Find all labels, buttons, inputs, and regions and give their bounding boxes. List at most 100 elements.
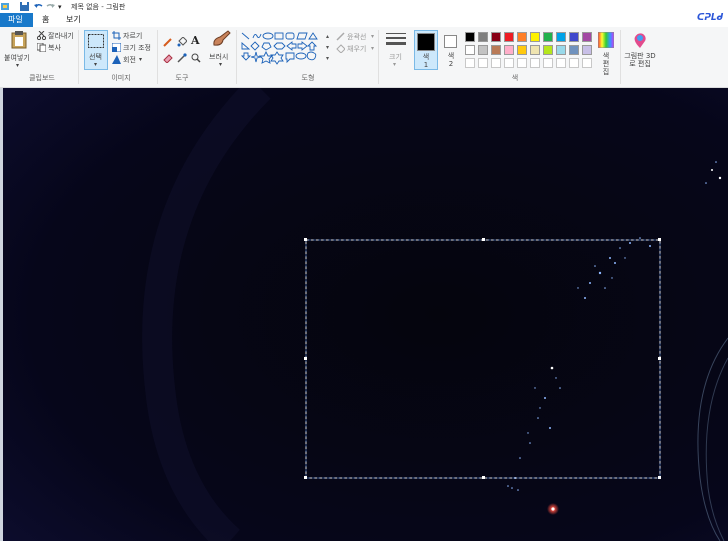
paint3d-label: 그림판 3D로 편집 [624,52,656,68]
shapes-group-label: 도형 [301,74,315,82]
palette-swatch[interactable] [556,32,566,42]
redo-icon[interactable] [46,2,55,11]
shapes-scroll-up-icon[interactable]: ▴ [326,33,329,40]
palette-swatch[interactable] [530,32,540,42]
palette-swatch[interactable] [478,32,488,42]
palette-swatch[interactable] [582,45,592,55]
palette-empty-swatch[interactable] [478,58,488,68]
undo-icon[interactable] [34,2,43,11]
color-palette[interactable] [465,32,595,72]
palette-empty-swatch[interactable] [582,58,592,68]
tab-file[interactable]: 파일 [0,13,33,27]
fill-icon [336,44,345,53]
shapes-more-icon[interactable]: ▾ [326,55,329,62]
copy-label: 복사 [48,44,61,52]
color2-label: 색 2 [447,52,455,68]
copy-icon [37,43,46,52]
size-button[interactable]: 크기 ▾ [384,31,408,68]
paint-app-icon [1,2,10,11]
palette-empty-swatch[interactable] [504,58,514,68]
save-icon[interactable] [20,2,29,11]
outline-icon [336,32,345,41]
resize-label: 크기 조정 [123,44,151,52]
palette-swatch[interactable] [491,32,501,42]
palette-empty-swatch[interactable] [517,58,527,68]
outline-label: 윤곽선 [347,33,367,41]
text-tool-icon[interactable]: A [191,34,200,47]
palette-swatch[interactable] [504,32,514,42]
palette-swatch[interactable] [556,45,566,55]
eraser-icon[interactable] [163,53,173,63]
colors-group-label: 색 [511,74,519,82]
quick-access-customize-icon[interactable]: ▾ [58,3,62,11]
crop-label: 자르기 [123,32,143,40]
palette-swatch[interactable] [478,45,488,55]
palette-swatch[interactable] [517,45,527,55]
brushes-button[interactable]: 브러시 ▾ [206,30,236,70]
palette-swatch[interactable] [465,32,475,42]
edit-colors-label: 색 편집 [602,52,610,76]
crop-icon [112,31,121,40]
palette-empty-swatch[interactable] [491,58,501,68]
palette-empty-swatch[interactable] [569,58,579,68]
tab-view[interactable]: 보기 [58,13,89,27]
color2-button[interactable]: 색 2 [441,30,461,70]
fill-label: 채우기 [347,45,367,53]
edit-with-paint3d-button[interactable]: 그림판 3D로 편집 [624,31,656,71]
palette-swatch[interactable] [543,45,553,55]
palette-swatch[interactable] [491,45,501,55]
shapes-scroll-down-icon[interactable]: ▾ [326,44,329,51]
pencil-icon[interactable] [163,37,173,47]
select-dropdown-icon: ▾ [94,61,98,68]
menu-bar: 파일 홈 보기 ᑕᕈᒪᑯ [0,13,728,27]
clipboard-group-label: 클립보드 [29,74,55,82]
color2-swatch [444,35,457,48]
color1-swatch [417,33,435,51]
canvas-area [0,88,728,541]
palette-empty-swatch[interactable] [556,58,566,68]
outline-dropdown-icon: ▾ [371,33,375,40]
scissors-icon [37,31,46,40]
palette-swatch[interactable] [517,32,527,42]
ribbon-divider [620,30,621,84]
paste-dropdown-icon: ▾ [16,62,20,69]
clipboard-icon [11,31,27,49]
tab-home[interactable]: 홈 [34,13,57,27]
resize-icon [112,43,121,52]
select-rectangle-icon [88,34,104,48]
paint3d-icon [632,32,648,48]
shapes-gallery[interactable] [241,32,325,66]
color-picker-icon[interactable] [177,53,187,63]
tools-group-label: 도구 [175,74,189,82]
ribbon-divider [236,30,237,84]
color1-label: 색 1 [422,53,430,69]
paste-button[interactable]: 붙여넣기 ▾ [4,31,34,69]
palette-swatch[interactable] [543,32,553,42]
palette-empty-swatch[interactable] [530,58,540,68]
line-size-icon [386,33,406,47]
fill-bucket-icon[interactable] [177,37,187,47]
brushes-dropdown-icon: ▾ [219,61,223,68]
palette-empty-swatch[interactable] [465,58,475,68]
palette-swatch[interactable] [569,32,579,42]
palette-swatch[interactable] [582,32,592,42]
palette-swatch[interactable] [530,45,540,55]
select-button[interactable]: 선택 ▾ [84,30,108,70]
red-star [551,507,555,511]
window-title: 제목 없음 - 그림판 [71,3,126,11]
magnifier-icon[interactable] [191,53,201,63]
brush-icon [211,30,231,48]
color1-button[interactable]: 색 1 [414,30,438,70]
edit-colors-button[interactable]: 색 편집 [595,31,617,76]
palette-swatch[interactable] [465,45,475,55]
space-image-background [3,88,728,541]
drawing-canvas[interactable] [0,88,728,541]
palette-empty-swatch[interactable] [543,58,553,68]
palette-swatch[interactable] [569,45,579,55]
palette-swatch[interactable] [504,45,514,55]
rotate-dropdown-icon: ▾ [139,56,143,63]
ribbon-divider [378,30,379,84]
ribbon-divider [157,30,158,84]
rotate-icon [112,55,121,64]
color-spectrum-icon [598,32,614,48]
